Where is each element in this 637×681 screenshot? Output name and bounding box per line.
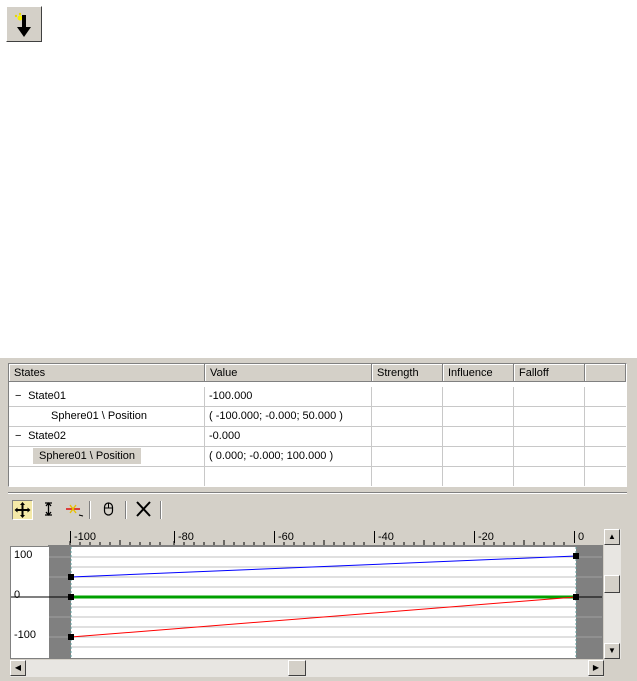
strength-cell — [372, 447, 443, 466]
add-point-icon — [66, 504, 84, 517]
scroll-up-button[interactable]: ▲ — [604, 529, 620, 545]
y-axis-label: -100 — [14, 629, 37, 641]
curve-toolbar — [8, 497, 627, 523]
empty-cell — [514, 467, 585, 486]
collapse-icon[interactable]: − — [15, 390, 25, 402]
toolbar-separator — [160, 501, 162, 519]
value-cell[interactable]: ( -100.000; -0.000; 50.000 ) — [205, 407, 372, 426]
column-header-strength[interactable]: Strength — [372, 364, 443, 382]
scroll-down-button[interactable]: ▼ — [604, 643, 620, 659]
strength-cell — [372, 407, 443, 426]
vertical-scroll-thumb[interactable] — [604, 575, 620, 593]
table-row[interactable]: − State02 -0.000 — [9, 427, 626, 447]
key-point[interactable] — [573, 594, 579, 600]
value-cell[interactable]: ( 0.000; -0.000; 100.000 ) — [205, 447, 372, 466]
toolbar-separator — [125, 501, 127, 519]
add-point-button[interactable] — [64, 500, 85, 520]
empty-cell — [372, 467, 443, 486]
curve-editor: -100 -80 -60 -40 -20 0 100 0 -100 ▲ ▼ ◀ … — [8, 529, 627, 681]
toolbar-separator — [89, 501, 91, 519]
ruler-ticks — [69, 540, 565, 545]
key-point[interactable] — [68, 594, 74, 600]
influence-cell — [443, 407, 514, 426]
selected-property-label[interactable]: Sphere01 \ Position — [33, 448, 142, 464]
empty-cell — [443, 467, 514, 486]
strength-cell — [372, 427, 443, 446]
vertical-scrollbar[interactable]: ▲ ▼ — [604, 529, 621, 659]
scale-keys-button[interactable] — [38, 500, 59, 520]
collapse-icon[interactable]: − — [15, 430, 25, 442]
horizontal-scroll-thumb[interactable] — [288, 660, 306, 676]
column-header-value[interactable]: Value — [205, 364, 372, 382]
value-cell[interactable]: -0.000 — [205, 427, 372, 446]
scroll-corner — [604, 660, 621, 677]
column-header-extra — [585, 364, 626, 382]
y-axis-label: 100 — [14, 549, 33, 561]
falloff-cell — [514, 427, 585, 446]
state-cell: − State02 — [9, 427, 205, 446]
move-keys-icon — [14, 502, 31, 518]
value-cell[interactable]: -100.000 — [205, 387, 372, 406]
divider — [8, 492, 627, 494]
property-cell: Sphere01 \ Position — [9, 407, 205, 426]
influence-cell — [443, 427, 514, 446]
table-row-empty — [9, 467, 626, 486]
state-label: State01 — [28, 390, 66, 402]
set-key-button[interactable] — [6, 6, 42, 42]
states-table: States Value Strength Influence Falloff … — [8, 363, 627, 487]
falloff-cell — [514, 387, 585, 406]
key-point[interactable] — [68, 634, 74, 640]
horizontal-scrollbar[interactable]: ◀ ▶ — [10, 660, 604, 677]
column-header-states[interactable]: States — [9, 364, 205, 382]
set-key-arrow-icon — [14, 12, 31, 37]
scroll-left-button[interactable]: ◀ — [10, 660, 26, 676]
table-row[interactable]: Sphere01 \ Position ( -100.000; -0.000; … — [9, 407, 626, 427]
mouse-icon — [103, 502, 114, 516]
table-row[interactable]: Sphere01 \ Position ( 0.000; -0.000; 100… — [9, 447, 626, 467]
column-header-falloff[interactable]: Falloff — [514, 364, 585, 382]
scale-keys-icon — [45, 501, 52, 517]
parameter-panel: States Value Strength Influence Falloff … — [0, 358, 637, 681]
falloff-cell — [514, 447, 585, 466]
delete-icon — [136, 501, 151, 517]
empty-cell — [205, 467, 372, 486]
strength-cell — [372, 387, 443, 406]
delete-button[interactable] — [133, 500, 154, 520]
influence-cell — [443, 387, 514, 406]
column-header-influence[interactable]: Influence — [443, 364, 514, 382]
key-point[interactable] — [68, 574, 74, 580]
state-cell: − State01 — [9, 387, 205, 406]
time-ruler[interactable]: -100 -80 -60 -40 -20 0 — [48, 529, 603, 546]
y-axis-label: 0 — [14, 589, 21, 601]
table-row[interactable]: − State01 -100.000 — [9, 387, 626, 407]
curve-graph[interactable]: 100 0 -100 — [10, 546, 603, 659]
curve-canvas[interactable] — [11, 547, 602, 658]
move-keys-button[interactable] — [12, 500, 33, 520]
mouse-button[interactable] — [98, 500, 119, 520]
property-cell: Sphere01 \ Position — [9, 447, 205, 466]
falloff-cell — [514, 407, 585, 426]
scroll-right-button[interactable]: ▶ — [588, 660, 604, 676]
empty-cell — [9, 467, 205, 486]
state-label: State02 — [28, 430, 66, 442]
key-point[interactable] — [573, 553, 579, 559]
influence-cell — [443, 447, 514, 466]
